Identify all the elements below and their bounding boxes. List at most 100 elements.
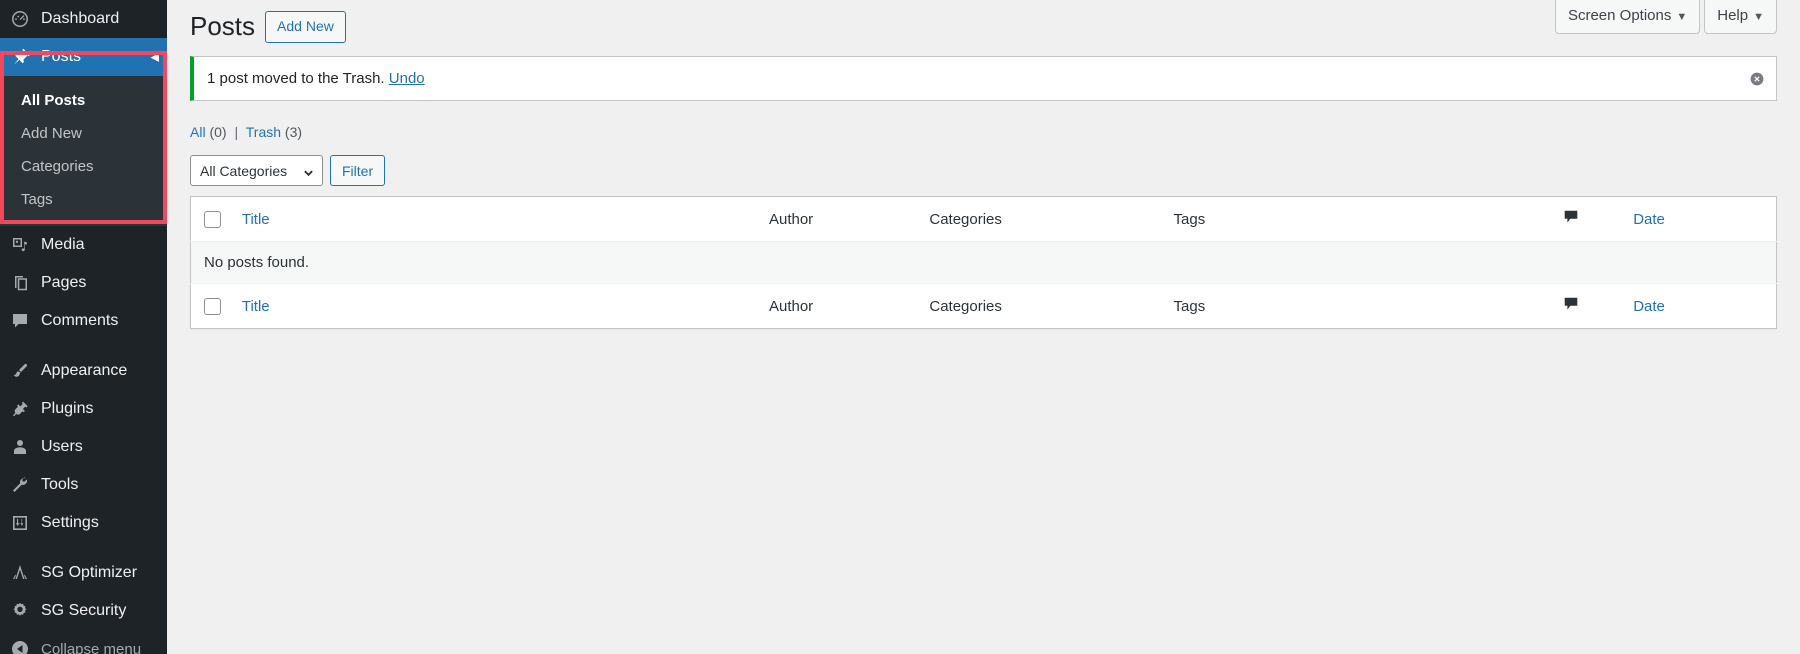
brush-icon <box>10 361 30 381</box>
screen-options-label: Screen Options <box>1568 7 1671 24</box>
sidebar-item-settings[interactable]: Settings <box>0 504 167 542</box>
collapse-icon <box>10 639 30 654</box>
sidebar-item-sg-optimizer[interactable]: SG Optimizer <box>0 554 167 592</box>
posts-submenu: All Posts Add New Categories Tags <box>0 76 167 226</box>
chevron-down-icon: ▼ <box>1753 11 1764 23</box>
sidebar-item-pages[interactable]: Pages <box>0 264 167 302</box>
column-footer-date: Date <box>1623 284 1776 329</box>
dashboard-icon <box>10 9 30 29</box>
admin-sidebar: Dashboard Posts ◀ All Posts Add New Cate… <box>0 0 167 654</box>
view-trash-count: (3) <box>285 124 302 140</box>
wrench-icon <box>10 475 30 495</box>
view-trash-link[interactable]: Trash <box>246 124 281 140</box>
select-all-checkbox[interactable] <box>204 211 221 228</box>
table-header-row: Title Author Categories Tags Date <box>191 197 1777 242</box>
column-header-tags: Tags <box>1164 197 1552 242</box>
comment-bubble-icon <box>1562 295 1580 313</box>
sort-title-link[interactable]: Title <box>242 211 270 228</box>
table-filter-bar: All Categories Filter <box>190 155 1777 186</box>
chevron-left-icon: ◀ <box>151 51 159 64</box>
column-footer-author: Author <box>759 284 919 329</box>
main-content: Screen Options ▼ Help ▼ Posts Add New 1 po… <box>167 0 1800 654</box>
sidebar-item-label: Posts <box>41 48 81 66</box>
help-button[interactable]: Help ▼ <box>1704 0 1777 34</box>
sidebar-item-tools[interactable]: Tools <box>0 466 167 504</box>
comments-icon <box>10 311 30 331</box>
help-label: Help <box>1717 7 1748 24</box>
sidebar-item-label: SG Security <box>41 602 126 620</box>
undo-link[interactable]: Undo <box>389 70 425 87</box>
screen-options-button[interactable]: Screen Options ▼ <box>1555 0 1700 34</box>
submenu-item-add-new[interactable]: Add New <box>0 117 167 150</box>
column-footer-tags: Tags <box>1164 284 1552 329</box>
empty-row: No posts found. <box>191 242 1777 284</box>
view-all-count: (0) <box>209 124 226 140</box>
add-new-button[interactable]: Add New <box>265 11 346 42</box>
sidebar-item-label: Plugins <box>41 400 93 418</box>
posts-table: Title Author Categories Tags Date <box>190 196 1777 329</box>
sidebar-item-label: Pages <box>41 274 86 292</box>
sidebar-item-label: Collapse menu <box>41 641 141 654</box>
column-header-comments <box>1552 197 1624 242</box>
filter-button[interactable]: Filter <box>330 155 385 186</box>
table-body: No posts found. <box>191 242 1777 284</box>
view-all-link[interactable]: All <box>190 124 206 140</box>
pin-icon <box>10 47 30 67</box>
sidebar-separator <box>0 340 167 352</box>
column-header-date: Date <box>1623 197 1776 242</box>
comment-bubble-icon <box>1562 208 1580 226</box>
sidebar-item-label: Appearance <box>41 362 127 380</box>
post-status-views: All (0) | Trash (3) <box>190 118 1777 146</box>
empty-message: No posts found. <box>191 242 1777 284</box>
select-all-footer-header <box>191 284 232 329</box>
sidebar-item-label: Users <box>41 438 83 456</box>
sidebar-item-label: Media <box>41 236 85 254</box>
wp-admin-screen: Dashboard Posts ◀ All Posts Add New Cate… <box>0 0 1800 654</box>
sort-title-link-footer[interactable]: Title <box>242 298 270 315</box>
sidebar-item-users[interactable]: Users <box>0 428 167 466</box>
select-all-header <box>191 197 232 242</box>
plug-icon <box>10 399 30 419</box>
sg-security-icon <box>10 601 30 621</box>
category-filter-select[interactable]: All Categories <box>190 155 323 186</box>
sidebar-item-media[interactable]: Media <box>0 226 167 264</box>
table-footer-row: Title Author Categories Tags Date <box>191 284 1777 329</box>
sidebar-item-posts[interactable]: Posts ◀ <box>0 38 167 76</box>
sidebar-item-comments[interactable]: Comments <box>0 302 167 340</box>
sidebar-item-label: Tools <box>41 476 78 494</box>
column-header-categories: Categories <box>919 197 1163 242</box>
sidebar-item-label: Comments <box>41 312 118 330</box>
select-all-checkbox-footer[interactable] <box>204 298 221 315</box>
sort-date-link[interactable]: Date <box>1633 211 1665 228</box>
sidebar-item-appearance[interactable]: Appearance <box>0 352 167 390</box>
views-separator: | <box>234 124 238 140</box>
dismiss-icon[interactable] <box>1747 69 1767 89</box>
sidebar-item-label: Dashboard <box>41 10 119 28</box>
submenu-item-all-posts[interactable]: All Posts <box>0 84 167 117</box>
column-footer-comments <box>1552 284 1624 329</box>
sidebar-item-label: Settings <box>41 514 99 532</box>
column-footer-title: Title <box>232 284 759 329</box>
media-icon <box>10 235 30 255</box>
sidebar-item-label: SG Optimizer <box>41 564 137 582</box>
sidebar-item-plugins[interactable]: Plugins <box>0 390 167 428</box>
category-select-wrap: All Categories <box>190 155 323 186</box>
sidebar-item-sg-security[interactable]: SG Security <box>0 592 167 630</box>
user-icon <box>10 437 30 457</box>
sort-date-link-footer[interactable]: Date <box>1633 298 1665 315</box>
column-footer-categories: Categories <box>919 284 1163 329</box>
sidebar-item-collapse-menu[interactable]: Collapse menu <box>0 630 167 654</box>
notice-message: 1 post moved to the Trash. <box>207 70 385 87</box>
sidebar-separator <box>0 542 167 554</box>
screen-meta-links: Screen Options ▼ Help ▼ <box>1555 0 1777 34</box>
sg-optimizer-icon <box>10 563 30 583</box>
chevron-down-icon: ▼ <box>1676 11 1687 23</box>
submenu-item-categories[interactable]: Categories <box>0 150 167 183</box>
page-title: Posts <box>190 10 255 44</box>
column-header-author: Author <box>759 197 919 242</box>
sidebar-item-dashboard[interactable]: Dashboard <box>0 0 167 38</box>
sliders-icon <box>10 513 30 533</box>
table-foot: Title Author Categories Tags Date <box>191 284 1777 329</box>
submenu-item-tags[interactable]: Tags <box>0 183 167 216</box>
trash-notice: 1 post moved to the Trash. Undo <box>190 56 1777 101</box>
